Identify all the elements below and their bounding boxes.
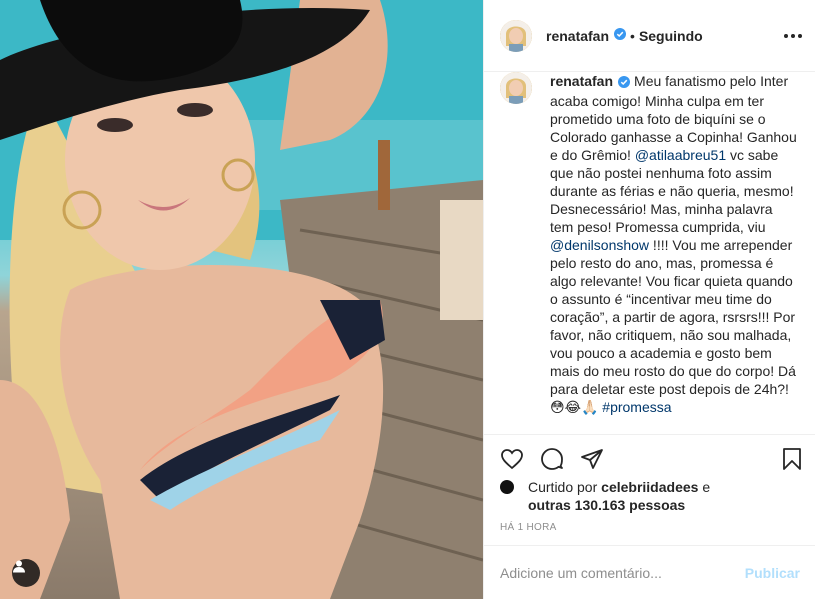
comment-input[interactable] — [500, 564, 745, 581]
avatar[interactable] — [500, 19, 532, 52]
caption-part3: !!!! Vou me arrepender pelo resto do ano… — [550, 237, 800, 415]
comment-icon[interactable] — [540, 447, 564, 471]
share-icon[interactable] — [580, 447, 604, 471]
separator-dot: • — [630, 27, 635, 44]
more-options-icon[interactable] — [784, 26, 802, 46]
post-image — [0, 0, 483, 599]
likes-text: Curtido por celebriidadees e outras 130.1… — [500, 478, 800, 514]
bookmark-icon[interactable] — [780, 447, 804, 471]
mention-link[interactable]: @atilaabreu51 — [635, 147, 726, 163]
following-button[interactable]: Seguindo — [639, 28, 703, 44]
user-tag-icon[interactable] — [12, 559, 40, 587]
post-details-panel: renatafan • Seguindo renatafanMeu fanat — [483, 0, 815, 599]
publish-button[interactable]: Publicar — [745, 565, 800, 581]
header-username[interactable]: renatafan — [546, 28, 609, 44]
hashtag-link[interactable]: #promessa — [602, 399, 671, 415]
caption-username[interactable]: renatafan — [550, 73, 613, 89]
likes-middle: e — [698, 479, 711, 495]
action-bar — [484, 434, 815, 482]
likes-summary: Curtido por celebriidadees e outras 130.1… — [500, 478, 800, 514]
caption-avatar[interactable] — [500, 72, 532, 104]
comment-form: Publicar — [484, 545, 815, 599]
caption-text: renatafan Meu fanatismo pelo Inter acaba … — [550, 72, 798, 416]
caption: renatafan Meu fanatismo pelo Inter acaba … — [500, 72, 800, 416]
verified-badge-icon — [614, 27, 627, 45]
heart-icon[interactable] — [500, 447, 524, 471]
liker-username[interactable]: celebriidadees — [601, 479, 698, 495]
post-photo[interactable] — [0, 0, 483, 599]
likes-count-link[interactable]: outras 130.163 pessoas — [528, 497, 685, 513]
verified-badge-icon — [618, 74, 631, 92]
mention-link[interactable]: @denilsonshow — [550, 237, 649, 253]
comments-section: renatafan Meu fanatismo pelo Inter acaba … — [484, 72, 815, 434]
post-timestamp[interactable]: HÁ 1 HORA — [500, 522, 557, 533]
liker-avatar[interactable] — [500, 480, 514, 494]
likes-prefix: Curtido por — [528, 479, 602, 495]
post-header: renatafan • Seguindo — [484, 0, 815, 72]
